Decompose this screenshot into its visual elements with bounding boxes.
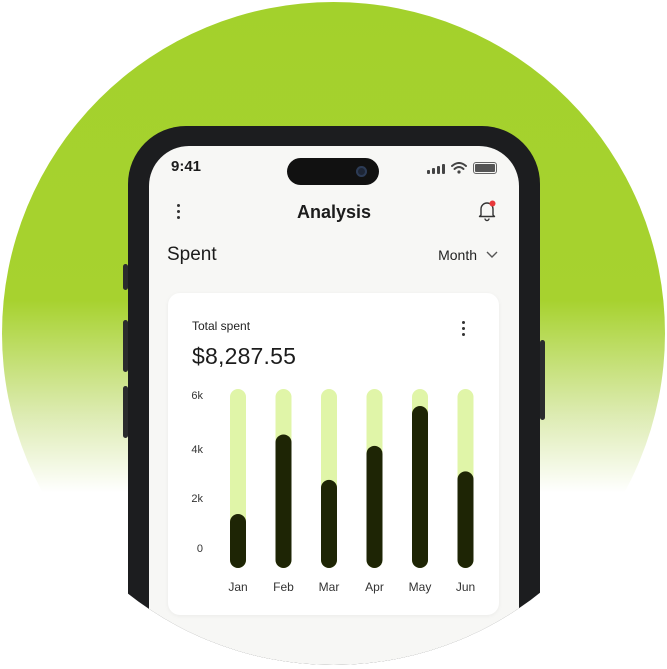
x-tick-label: Jun — [456, 580, 475, 594]
y-tick-label: 2k — [191, 493, 203, 505]
battery-icon — [473, 162, 497, 174]
bar-feb[interactable] — [275, 434, 292, 568]
period-label: Month — [438, 247, 477, 263]
background-circle: 9:41 Analysis Spent Month Total spent $8… — [2, 2, 665, 665]
x-tick-label: Jan — [228, 580, 247, 594]
section-title: Spent — [167, 244, 217, 265]
section-header: Spent Month — [167, 244, 499, 270]
status-time: 9:41 — [171, 158, 202, 175]
notification-dot — [489, 200, 496, 207]
y-tick-label: 0 — [197, 543, 203, 555]
phone-volume-up — [123, 320, 128, 372]
phone-power-button — [540, 340, 545, 420]
page-title: Analysis — [296, 202, 372, 222]
x-tick-label: Feb — [273, 580, 294, 594]
phone-screen: 9:41 Analysis Spent Month Total spent $8… — [149, 146, 519, 665]
spending-bar-chart: 0 2k 4k 6k Jan Feb Mar Apr May Jun — [191, 389, 475, 594]
bar-mar[interactable] — [321, 479, 337, 568]
notification-bell-icon[interactable] — [475, 198, 499, 222]
app-header: Analysis — [149, 196, 519, 232]
status-icons — [427, 162, 497, 174]
x-tick-label: Mar — [319, 580, 340, 594]
camera-icon — [356, 166, 367, 177]
bar-apr[interactable] — [366, 445, 383, 568]
y-tick-label: 6k — [191, 390, 203, 402]
dynamic-island — [287, 158, 379, 185]
y-tick-label: 4k — [191, 444, 203, 456]
x-tick-label: May — [409, 580, 432, 594]
spending-card: Total spent $8,287.55 0 2k 4k 6k Jan Feb Mar Ap… — [168, 293, 499, 615]
wifi-icon — [451, 162, 467, 174]
bar-jun[interactable] — [457, 471, 474, 568]
bar-jan[interactable] — [230, 514, 246, 568]
phone-volume-down — [123, 386, 128, 438]
period-dropdown[interactable]: Month — [438, 247, 499, 263]
x-tick-label: Apr — [365, 580, 384, 594]
signal-icon — [427, 164, 445, 174]
bar-may[interactable] — [412, 406, 428, 568]
phone-side-button — [123, 264, 128, 290]
chevron-down-icon — [486, 251, 498, 258]
